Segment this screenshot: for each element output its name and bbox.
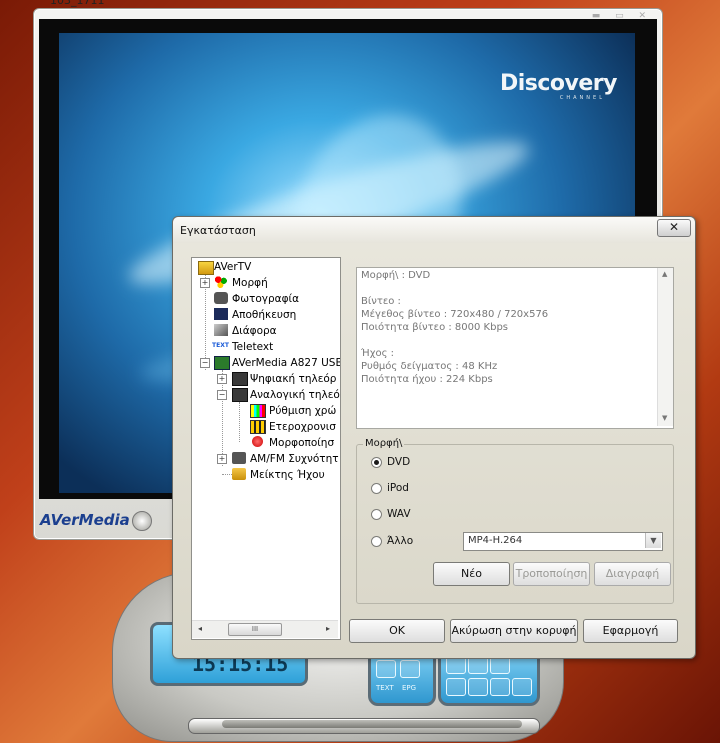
settings-dialog: Εγκατάσταση ✕ AVerTV + Μορφή Φωτογραφία … [172,216,696,659]
radio-dvd[interactable] [371,457,382,468]
pad-button[interactable] [400,660,420,678]
color-bars-icon [250,404,266,418]
pad-button[interactable] [446,678,466,696]
camera-icon [214,292,228,304]
pad-epg-label[interactable]: EPG [402,684,416,692]
teletext-icon: TEXT [212,342,229,349]
radio-wav-label[interactable]: WAV [387,508,411,520]
tree-item-device[interactable]: AVerMedia A827 USB [232,356,340,370]
radio-icon [232,452,246,464]
tree-item-avertv[interactable]: AVerTV [214,260,251,274]
tree-item-teletext[interactable]: Teletext [232,340,273,354]
pad-button[interactable] [490,678,510,696]
device-icon [214,356,230,370]
info-line: Ήχος : [361,348,395,359]
scroll-thumb[interactable]: III [228,623,282,636]
window-caption: 103_1711 [50,0,105,7]
edit-format-button[interactable]: Τροποποίηση [513,562,590,586]
tree-item-digital-tv[interactable]: Ψηφιακή τηλεόρ [250,372,336,386]
misc-icon [214,324,228,336]
expand-icon[interactable]: + [200,278,210,288]
speaker-icon [232,468,246,480]
radio-ipod[interactable] [371,483,382,494]
delete-format-button[interactable]: Διαγραφή [594,562,671,586]
info-line: Βίντεο : [361,296,401,307]
tree-item-format[interactable]: Μορφή [232,276,268,290]
brand-logo: AVerMedia [40,511,130,529]
settings-tree[interactable]: AVerTV + Μορφή Φωτογραφία Αποθήκευση Διά… [191,257,341,640]
info-scrollbar[interactable]: ▲ ▼ [657,268,673,426]
pad-text-label[interactable]: TEXT [376,684,394,692]
tree-item-misc[interactable]: Διάφορα [232,324,277,338]
new-format-button[interactable]: Νέο [433,562,510,586]
record-icon [252,436,263,447]
info-line: Μέγεθος βίντεο : 720x480 / 720x576 [361,309,549,320]
dialog-title: Εγκατάσταση [180,224,256,237]
radio-ipod-label[interactable]: iPod [387,482,409,494]
format-info-box: Μορφή\ : DVD Βίντεο : Μέγεθος βίντεο : 7… [356,267,674,429]
tv-icon [232,388,248,402]
tree-item-audio-mixer[interactable]: Μείκτης Ήχου [250,468,325,482]
other-format-value: MP4-H.264 [468,535,523,546]
ok-button[interactable]: OK [349,619,445,643]
collapse-icon[interactable]: − [200,358,210,368]
radio-other-label[interactable]: Άλλο [387,535,413,547]
tree-item-timeshift[interactable]: Ετεροχρονισ [269,420,336,434]
apply-button[interactable]: Εφαρμογή [583,619,678,643]
close-button[interactable]: ✕ [657,219,691,237]
channel-logo-sub: CHANNEL [559,95,605,101]
brand-button[interactable] [132,511,152,531]
info-line: Μορφή\ : DVD [361,270,431,281]
format-group-legend: Μορφή\ [363,438,405,449]
tree-item-recording-format[interactable]: Μορφοποίησ [269,436,334,450]
chevron-down-icon[interactable]: ▼ [645,533,661,548]
timeshift-icon [250,420,266,434]
volume-slider-thumb[interactable] [222,720,522,728]
info-line: Ποιότητα βίντεο : 8000 Kbps [361,322,509,333]
expand-icon[interactable]: + [217,454,227,464]
avertv-icon [198,261,214,275]
tv-icon [232,372,248,386]
radio-wav[interactable] [371,509,382,520]
format-icon [214,276,228,288]
info-line: Ρυθμός δείγματος : 48 KHz [361,361,498,372]
tree-item-color-settings[interactable]: Ρύθμιση χρώ [269,404,336,418]
floppy-disk-icon [214,308,228,320]
radio-other[interactable] [371,536,382,547]
pad-button[interactable] [468,678,488,696]
cancel-button[interactable]: Ακύρωση στην κορυφή [450,619,578,643]
tree-item-analog-tv[interactable]: Αναλογική τηλεόρ [250,388,340,402]
info-line: Ποιότητα ήχου : 224 Kbps [361,374,493,385]
pad-button[interactable] [376,660,396,678]
tree-item-am-fm[interactable]: AM/FM Συχνότητ [250,452,339,466]
expand-icon[interactable]: + [217,374,227,384]
tree-item-photo[interactable]: Φωτογραφία [232,292,299,306]
collapse-icon[interactable]: − [217,390,227,400]
scroll-right-icon[interactable]: ▸ [326,624,330,633]
scroll-left-icon[interactable]: ◂ [198,624,202,633]
radio-dvd-label[interactable]: DVD [387,456,410,468]
pad-button[interactable] [512,678,532,696]
tree-item-storage[interactable]: Αποθήκευση [232,308,296,322]
channel-logo: Discovery [499,71,618,96]
